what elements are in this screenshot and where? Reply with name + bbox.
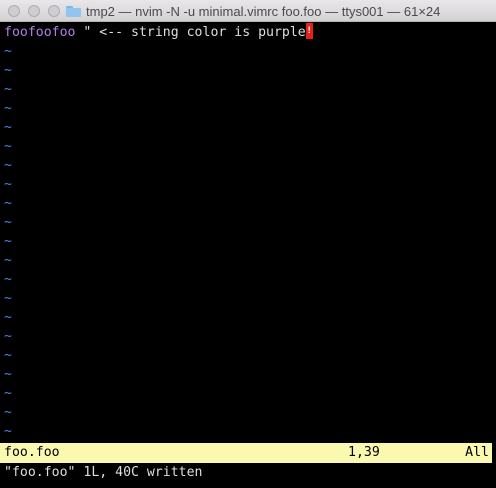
folder-icon [66, 5, 81, 17]
cursor: ! [305, 23, 313, 39]
status-line: foo.foo 1,39 All [0, 443, 492, 463]
editor-buffer[interactable]: foofoofoo " <-- string color is purple! … [0, 23, 496, 488]
buffer-line-1[interactable]: foofoofoo " <-- string color is purple! [0, 23, 496, 42]
empty-line-marker: ~ [4, 253, 12, 268]
status-filename: foo.foo [4, 445, 60, 460]
line-text: " <-- string color is purple [75, 25, 306, 40]
empty-line-marker: ~ [4, 272, 12, 287]
empty-line-marker: ~ [4, 101, 12, 116]
close-button[interactable] [8, 5, 20, 17]
empty-line-marker: ~ [4, 63, 12, 78]
empty-line-marker: ~ [4, 310, 12, 325]
zoom-button[interactable] [48, 5, 60, 17]
empty-line-marker: ~ [4, 196, 12, 211]
empty-line-marker: ~ [4, 234, 12, 249]
message-line: "foo.foo" 1L, 40C written [4, 465, 203, 480]
empty-line-marker: ~ [4, 44, 12, 59]
terminal-window: tmp2 — nvim -N -u minimal.vimrc foo.foo … [0, 0, 496, 488]
window-title-group: tmp2 — nvim -N -u minimal.vimrc foo.foo … [66, 0, 440, 22]
empty-line-marker: ~ [4, 405, 12, 420]
empty-line-marker: ~ [4, 291, 12, 306]
empty-line-marker: ~ [4, 329, 12, 344]
empty-line-marker: ~ [4, 367, 12, 382]
status-cursor-position: 1,39 [348, 445, 380, 460]
title-bar[interactable]: tmp2 — nvim -N -u minimal.vimrc foo.foo … [0, 0, 496, 22]
minimize-button[interactable] [28, 5, 40, 17]
window-title: tmp2 — nvim -N -u minimal.vimrc foo.foo … [86, 3, 441, 19]
empty-line-marker: ~ [4, 348, 12, 363]
empty-line-marker: ~ [4, 177, 12, 192]
cursor-glyph: ! [306, 26, 312, 36]
empty-line-marker: ~ [4, 424, 12, 439]
string-highlight: foofoofoo [4, 25, 76, 40]
empty-line-marker: ~ [4, 82, 12, 97]
empty-line-marker: ~ [4, 386, 12, 401]
empty-line-marker: ~ [4, 139, 12, 154]
empty-line-marker: ~ [4, 215, 12, 230]
status-scroll: All [465, 445, 489, 460]
empty-line-marker: ~ [4, 158, 12, 173]
empty-line-marker: ~ [4, 120, 12, 135]
empty-lines: ~ ~ ~ ~ ~ ~ ~ ~ ~ ~ ~ ~ ~ ~ ~ ~ ~ ~ ~ ~ ~ [0, 42, 496, 441]
